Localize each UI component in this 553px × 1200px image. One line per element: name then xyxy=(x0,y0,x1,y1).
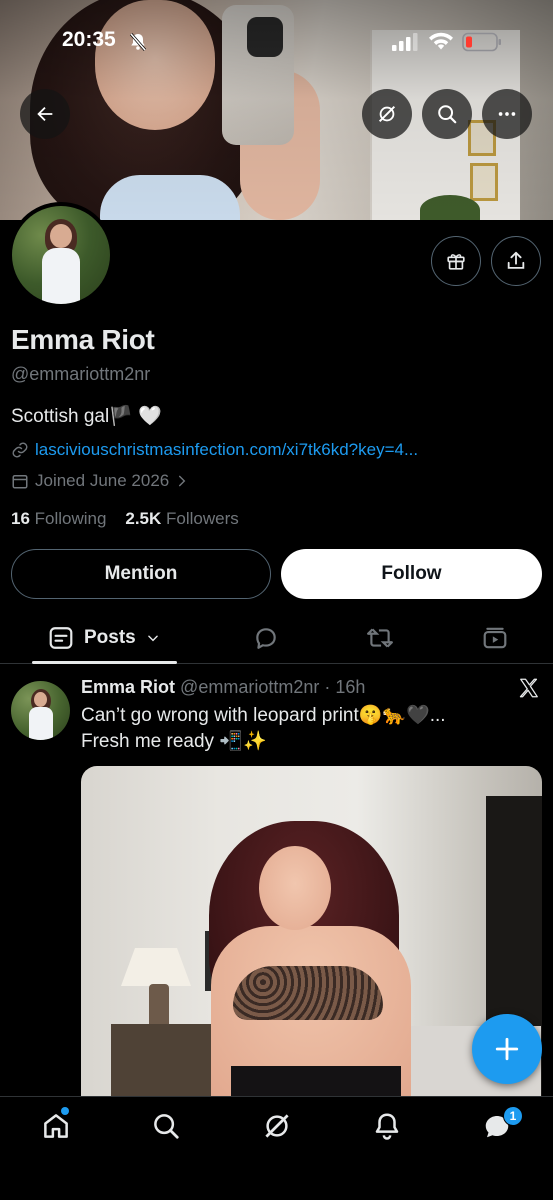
home-notification-dot xyxy=(61,1107,69,1115)
back-button[interactable] xyxy=(20,89,70,139)
calendar-icon xyxy=(12,475,28,489)
post-avatar[interactable] xyxy=(11,681,70,740)
followers-link[interactable]: 2.5K Followers xyxy=(125,509,238,528)
post-text: Can’t go wrong with leopard print🤫🐆🖤... … xyxy=(81,703,501,755)
tab-posts-label: Posts xyxy=(84,627,136,648)
post-time: 16h xyxy=(335,677,366,697)
profile-name: Emma Riot xyxy=(11,324,155,355)
bell-icon[interactable] xyxy=(372,1111,402,1141)
post-text-line: Fresh me ready 📲✨ xyxy=(81,731,267,752)
more-icon xyxy=(498,112,516,116)
post-author-handle: @emmariottm2nr xyxy=(180,677,320,697)
follow-counts: 16 Following 2.5K Followers xyxy=(11,509,239,529)
profile-link[interactable]: lasciviouschristmasinfection.com/xi7tk6k… xyxy=(35,440,418,460)
chevron-right-icon xyxy=(179,475,186,487)
wifi-icon xyxy=(429,32,453,50)
post-header: Emma Riot @emmariottm2nr · 16h xyxy=(81,677,365,698)
search-icon[interactable] xyxy=(151,1111,181,1141)
more-button[interactable] xyxy=(482,89,532,139)
video-icon xyxy=(483,627,507,649)
x-logo-icon xyxy=(519,678,538,698)
messages-badge: 1 xyxy=(503,1106,523,1126)
search-icon xyxy=(438,105,457,124)
profile-avatar[interactable] xyxy=(8,202,114,308)
back-arrow-icon xyxy=(37,106,53,122)
post-text-line: Can’t go wrong with leopard print🤫🐆🖤... xyxy=(81,705,446,726)
repost-icon xyxy=(367,628,393,648)
nightstand xyxy=(111,1024,221,1096)
grok-icon[interactable] xyxy=(262,1111,292,1141)
joined-date-row[interactable]: Joined June 2026 xyxy=(11,471,189,491)
bottom-nav xyxy=(0,1096,553,1200)
status-time: 20:35 xyxy=(62,28,116,51)
profile-tabs: Posts xyxy=(0,612,553,664)
joined-date: Joined June 2026 xyxy=(35,471,170,490)
grok-button[interactable] xyxy=(362,89,412,139)
profile-link-row[interactable]: lasciviouschristmasinfection.com/xi7tk6k… xyxy=(11,440,418,460)
grok-icon xyxy=(378,105,396,123)
gift-button[interactable] xyxy=(431,236,481,286)
tab-reposts[interactable] xyxy=(366,612,394,664)
silent-bell-icon xyxy=(129,33,147,51)
following-link[interactable]: 16 Following xyxy=(11,509,106,528)
post-separator: · xyxy=(324,677,331,697)
share-button[interactable] xyxy=(491,236,541,286)
plus-icon xyxy=(495,1037,519,1061)
compose-button[interactable] xyxy=(472,1014,542,1084)
mention-button[interactable]: Mention xyxy=(11,549,271,599)
search-button[interactable] xyxy=(422,89,472,139)
follow-button[interactable]: Follow xyxy=(281,549,542,599)
lamp xyxy=(121,948,191,986)
tab-active-indicator xyxy=(32,661,177,664)
home-icon[interactable] xyxy=(41,1111,71,1141)
reply-icon xyxy=(256,628,276,649)
profile-bio: Scottish gal🏴 🤍 xyxy=(11,406,162,427)
battery-icon xyxy=(462,32,501,52)
chevron-down-icon xyxy=(147,635,158,642)
post-author-name[interactable]: Emma Riot xyxy=(81,677,175,697)
posts-icon xyxy=(49,627,73,649)
tab-media[interactable] xyxy=(482,612,508,664)
tab-replies[interactable] xyxy=(253,612,279,664)
status-bar: 20:35 xyxy=(0,28,553,56)
signal-icon xyxy=(392,33,418,51)
tab-posts[interactable]: Posts xyxy=(48,612,160,664)
share-icon xyxy=(507,251,525,269)
gift-icon xyxy=(447,254,465,270)
link-icon xyxy=(12,442,28,458)
profile-handle: @emmariottm2nr xyxy=(11,364,151,384)
